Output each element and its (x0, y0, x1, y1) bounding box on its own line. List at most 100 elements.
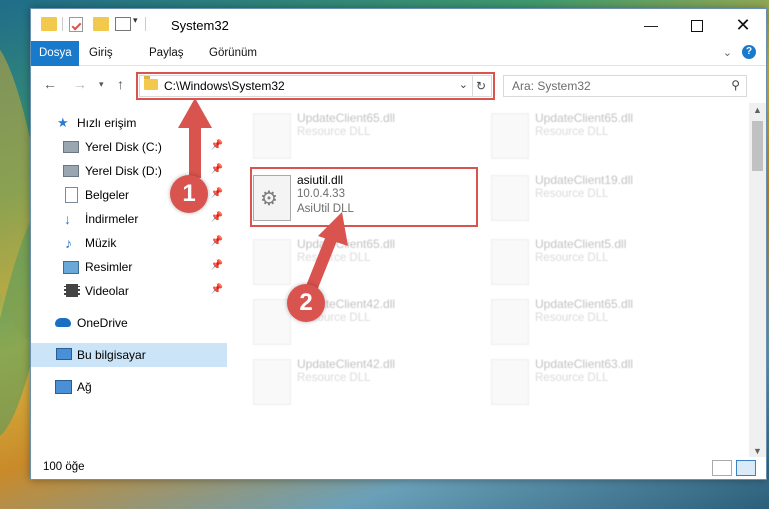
sidebar-item-pictures[interactable]: Resimler 📌 (31, 255, 227, 279)
drive-icon (63, 165, 79, 177)
title-divider (145, 17, 146, 31)
tab-share[interactable]: Paylaş (139, 41, 194, 65)
list-item[interactable]: UpdateClient42.dll Resource DLL (249, 293, 469, 351)
vertical-scrollbar[interactable]: ▲ ▼ (749, 103, 766, 458)
back-button[interactable]: ← (43, 76, 57, 92)
list-item[interactable]: UpdateClient5.dll Resource DLL (487, 233, 707, 291)
properties-icon[interactable] (69, 17, 83, 32)
customize-icon[interactable] (115, 17, 131, 31)
list-item[interactable]: UpdateClient42.dll Resource DLL (249, 353, 469, 411)
file-type: Resource DLL (535, 126, 609, 138)
search-placeholder: Ara: System32 (512, 79, 591, 93)
network-icon (55, 380, 72, 394)
file-name: UpdateClient65.dll (535, 111, 634, 125)
minimize-button[interactable]: — (628, 9, 674, 41)
scroll-down-icon[interactable]: ▼ (749, 446, 766, 456)
file-name: UpdateClient65.dll (297, 237, 396, 251)
search-icon: ⚲ (731, 78, 740, 92)
step-badge-1: 1 (170, 175, 208, 213)
list-item[interactable]: UpdateClient19.dll Resource DLL (487, 169, 707, 227)
dll-file-icon (253, 299, 291, 345)
dll-file-icon (253, 239, 291, 285)
file-type: Resource DLL (535, 312, 609, 324)
dll-file-icon (491, 299, 529, 345)
list-item[interactable]: UpdateClient65.dll Resource DLL (487, 293, 707, 351)
search-input[interactable]: Ara: System32 ⚲ (503, 75, 747, 97)
sidebar-item-label: Hızlı erişim (77, 116, 137, 130)
list-item[interactable]: UpdateClient65.dll Resource DLL (249, 233, 469, 291)
pin-icon[interactable]: 📌 (211, 140, 223, 151)
file-type: Resource DLL (297, 126, 371, 138)
status-bar: 100 öğe (31, 457, 766, 479)
file-name: UpdateClient19.dll (535, 173, 634, 187)
file-highlight-box (250, 167, 478, 227)
folder-icon (41, 17, 57, 31)
sidebar-item-label: Belgeler (85, 188, 130, 202)
up-button[interactable]: ↑ (117, 76, 124, 92)
sidebar-item-quick-access[interactable]: ★ Hızlı erişim (31, 111, 227, 135)
dll-file-icon (491, 239, 529, 285)
sidebar-item-music[interactable]: ♪ Müzik 📌 (31, 231, 227, 255)
download-arrow-icon: ↓ (64, 211, 71, 227)
list-item[interactable]: UpdateClient65.dll Resource DLL (249, 107, 469, 165)
sidebar-item-this-pc[interactable]: Bu bilgisayar (31, 343, 227, 367)
navigation-bar: ← → ▾ ↑ C:\Windows\System32 ⌄ ↻ Ara: Sys… (31, 66, 766, 102)
file-name: UpdateClient42.dll (297, 357, 396, 371)
dll-file-icon (253, 113, 291, 159)
address-highlight-box (136, 72, 495, 100)
sidebar-item-label: Müzik (85, 236, 117, 250)
qa-divider (62, 17, 63, 31)
chevron-down-icon[interactable]: ▾ (133, 15, 138, 26)
file-name: UpdateClient65.dll (535, 297, 634, 311)
tab-view[interactable]: Görünüm (199, 41, 267, 65)
pin-icon[interactable]: 📌 (211, 188, 223, 199)
sidebar-item-onedrive[interactable]: OneDrive (31, 311, 227, 335)
sidebar-item-label: OneDrive (77, 316, 128, 330)
sidebar-item-label: Ağ (77, 380, 92, 394)
film-icon (64, 284, 80, 297)
dll-file-icon (491, 359, 529, 405)
scroll-up-icon[interactable]: ▲ (749, 105, 766, 115)
forward-button[interactable]: → (73, 76, 87, 92)
file-list: UpdateClient65.dll Resource DLL UpdateCl… (229, 103, 745, 443)
file-name: UpdateClient5.dll (535, 237, 627, 251)
tab-home[interactable]: Giriş (79, 41, 123, 65)
large-icons-view-icon[interactable] (736, 460, 756, 476)
pin-icon[interactable]: 📌 (211, 284, 223, 295)
dll-file-icon (491, 175, 529, 221)
sidebar-item-videos[interactable]: Videolar 📌 (31, 279, 227, 303)
sidebar-item-label: Videolar (85, 284, 129, 298)
window-title: System32 (171, 18, 229, 33)
explorer-window: ▾ System32 — ✕ Dosya Giriş Paylaş Görünü… (30, 8, 767, 480)
ribbon-expand-icon[interactable]: ⌄ (723, 46, 732, 59)
close-button[interactable]: ✕ (720, 9, 766, 41)
sidebar-item-network[interactable]: Ağ (31, 375, 227, 399)
file-name: UpdateClient65.dll (297, 111, 396, 125)
details-view-icon[interactable] (712, 460, 732, 476)
picture-icon (63, 261, 79, 274)
file-type: Resource DLL (535, 188, 609, 200)
help-icon[interactable]: ? (742, 45, 756, 59)
pin-icon[interactable]: 📌 (211, 212, 223, 223)
sidebar-item-label: Yerel Disk (C:) (85, 140, 162, 154)
list-item[interactable]: UpdateClient65.dll Resource DLL (487, 107, 707, 165)
document-icon (65, 187, 78, 203)
file-name: UpdateClient63.dll (535, 357, 634, 371)
maximize-button[interactable] (674, 9, 720, 41)
pin-icon[interactable]: 📌 (211, 236, 223, 247)
list-item[interactable]: UpdateClient63.dll Resource DLL (487, 353, 707, 411)
sidebar-item-label: Bu bilgisayar (77, 348, 146, 362)
new-folder-icon[interactable] (93, 17, 109, 31)
scroll-thumb[interactable] (752, 121, 763, 171)
pin-icon[interactable]: 📌 (211, 260, 223, 271)
star-icon: ★ (57, 115, 69, 130)
dll-file-icon (491, 113, 529, 159)
sidebar-item-local-disk-c[interactable]: Yerel Disk (C:) 📌 (31, 135, 227, 159)
file-type: Resource DLL (297, 372, 371, 384)
navigation-pane: ★ Hızlı erişim Yerel Disk (C:) 📌 Yerel D… (31, 103, 227, 443)
recent-locations-icon[interactable]: ▾ (99, 79, 104, 90)
music-note-icon: ♪ (65, 235, 72, 251)
file-type: Resource DLL (297, 252, 371, 264)
pin-icon[interactable]: 📌 (211, 164, 223, 175)
dll-file-icon (253, 359, 291, 405)
